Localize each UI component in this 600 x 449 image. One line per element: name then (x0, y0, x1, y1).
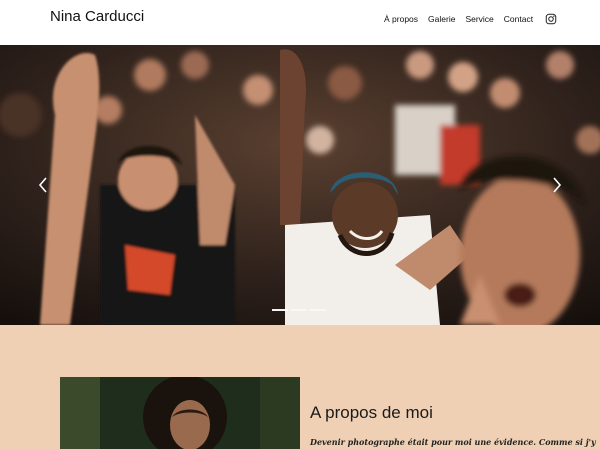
hero-carousel (0, 45, 600, 325)
carousel-dot-1[interactable] (272, 309, 288, 311)
chevron-right-icon[interactable] (550, 176, 564, 194)
instagram-icon[interactable] (545, 13, 557, 25)
site-header: Nina Carducci À propos Galerie Service C… (0, 0, 600, 45)
hero-image (0, 45, 600, 325)
carousel-dot-2[interactable] (291, 309, 307, 311)
site-title[interactable]: Nina Carducci (50, 8, 144, 25)
nav-item-a-propos[interactable]: À propos (384, 14, 418, 24)
nav-item-service[interactable]: Service (465, 14, 493, 24)
about-paragraph: Devenir photographe était pour moi une é… (310, 437, 596, 447)
about-photo (60, 377, 300, 449)
nav-item-contact[interactable]: Contact (504, 14, 533, 24)
carousel-dot-3[interactable] (310, 309, 326, 311)
about-heading: A propos de moi (310, 403, 433, 422)
main-nav: À propos Galerie Service Contact (384, 13, 557, 25)
nav-item-galerie[interactable]: Galerie (428, 14, 455, 24)
chevron-left-icon[interactable] (36, 176, 50, 194)
carousel-indicators (272, 309, 326, 311)
